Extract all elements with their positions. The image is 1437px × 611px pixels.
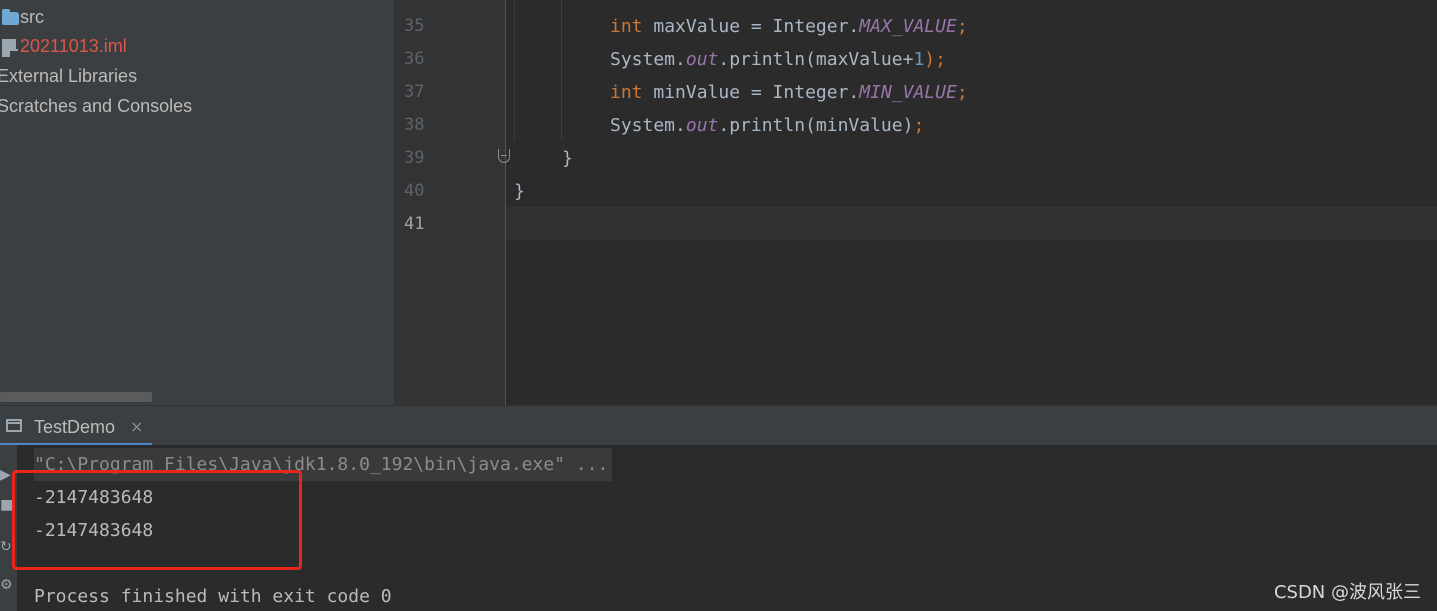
project-tree: src 20211013.iml External Libraries Scra… — [0, 0, 394, 405]
code-token: out — [685, 49, 719, 70]
ide-window: src 20211013.iml External Libraries Scra… — [0, 0, 1437, 611]
console-window-icon — [6, 419, 22, 432]
settings-icon[interactable]: ⚙ — [0, 575, 12, 595]
code-token: out — [685, 115, 719, 136]
code-token: } — [562, 148, 573, 169]
watermark: CSDN @波风张三 — [1273, 582, 1421, 603]
code-token: System. — [610, 115, 686, 136]
code-token: .println(maxValue+ — [718, 49, 914, 70]
stop-icon[interactable]: ■ — [0, 495, 12, 515]
indent-guide — [514, 0, 515, 140]
fold-icon[interactable] — [498, 149, 510, 163]
code-token: ; — [956, 16, 968, 37]
code-token: ; — [913, 115, 925, 136]
code-token: int — [610, 82, 643, 103]
code-token: minValue = Integer. — [642, 82, 860, 103]
line-number: 36 — [404, 49, 425, 69]
indent-guide — [561, 0, 562, 140]
restore-layout-icon[interactable]: ↻ — [0, 537, 12, 557]
code-token: 1 — [913, 49, 925, 70]
code-token: maxValue = Integer. — [642, 16, 860, 37]
horizontal-scrollbar[interactable] — [0, 392, 152, 402]
code-token: } — [514, 181, 525, 202]
code-token: MIN_VALUE — [859, 82, 957, 103]
tree-item-label: 20211013.iml — [20, 36, 127, 56]
code-line: } — [514, 175, 525, 208]
tree-item-external-libraries[interactable]: External Libraries — [0, 61, 137, 91]
line-number-current: 41 — [404, 214, 425, 234]
tree-item-src[interactable]: src — [2, 2, 44, 32]
tree-item-iml[interactable]: 20211013.iml — [2, 31, 127, 61]
line-number: 39 — [404, 148, 425, 168]
code-token: ); — [924, 49, 946, 70]
line-number: 40 — [404, 181, 425, 201]
line-number: 35 — [404, 16, 425, 36]
tab-label: TestDemo — [34, 417, 116, 437]
line-number: 37 — [404, 82, 425, 102]
run-tool-window-header: TestDemo × — [0, 405, 1437, 446]
code-token: .println(minValue) — [718, 115, 914, 136]
tab-testdemo[interactable]: TestDemo × — [0, 406, 152, 446]
line-number: 38 — [404, 115, 425, 135]
tree-item-label: External Libraries — [0, 66, 138, 86]
code-token: int — [610, 16, 643, 37]
rerun-icon[interactable]: ▶ — [0, 465, 12, 485]
annotation-highlight-box — [12, 470, 302, 570]
close-icon[interactable]: × — [130, 406, 143, 446]
code-token: MAX_VALUE — [859, 16, 957, 37]
code-line: int minValue = Integer.MIN_VALUE; — [610, 76, 968, 109]
current-line-highlight — [506, 207, 1437, 240]
tree-item-scratches[interactable]: Scratches and Consoles — [0, 91, 192, 121]
code-line: System.out.println(maxValue+1); — [610, 43, 946, 76]
folder-icon — [2, 9, 19, 25]
code-line: System.out.println(minValue); — [610, 109, 924, 142]
console-exit-message: Process finished with exit code 0 — [34, 586, 392, 607]
tree-item-label: src — [20, 7, 44, 27]
code-token: ; — [956, 82, 968, 103]
module-file-icon — [2, 39, 18, 58]
code-line: } — [562, 142, 573, 175]
code-line: int maxValue = Integer.MAX_VALUE; — [610, 10, 968, 43]
code-token: System. — [610, 49, 686, 70]
gutter-divider — [505, 0, 506, 405]
tree-item-label: Scratches and Consoles — [0, 96, 193, 116]
